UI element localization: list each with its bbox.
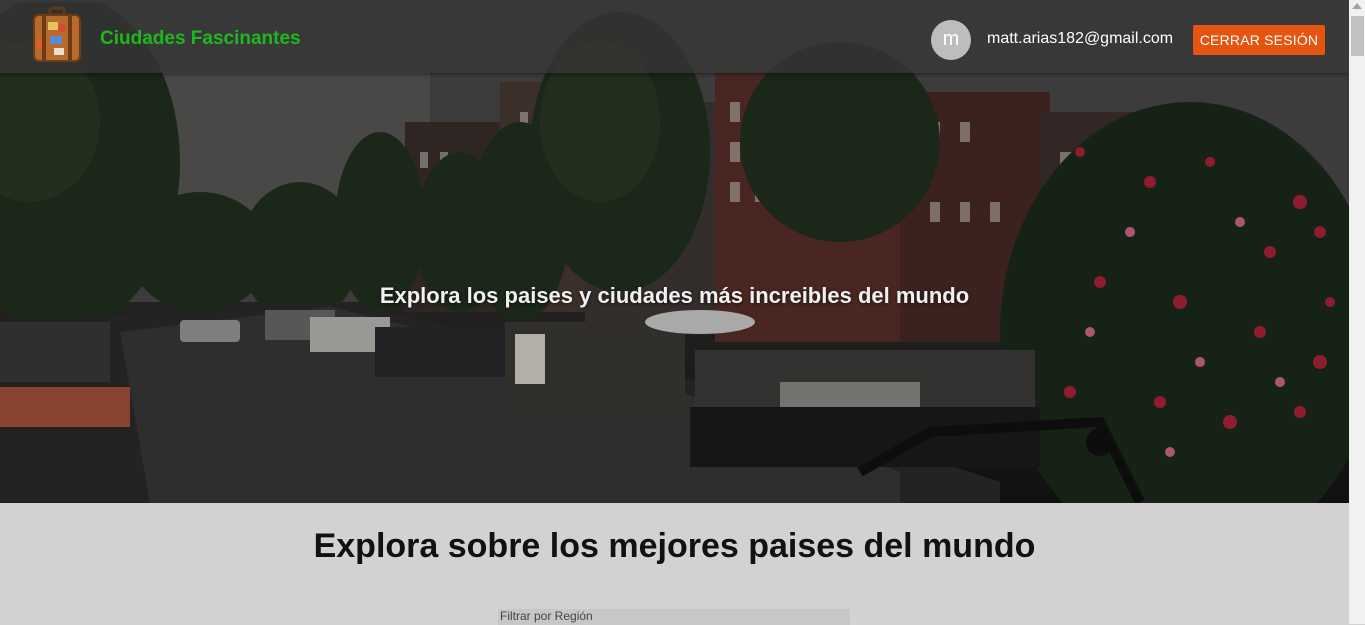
brand-title[interactable]: Ciudades Fascinantes xyxy=(100,28,301,50)
top-navbar: Ciudades Fascinantes m matt.arias182@gma… xyxy=(0,2,1349,73)
hero-dark-overlay xyxy=(0,2,1349,503)
user-email: matt.arias182@gmail.com xyxy=(987,30,1174,47)
region-filter-label: Filtrar por Región xyxy=(500,609,593,623)
scroll-up-arrow-icon[interactable] xyxy=(1352,3,1362,9)
hero-banner: Explora los paises y ciudades más increi… xyxy=(0,2,1349,503)
scrollbar-thumb[interactable] xyxy=(1351,16,1364,56)
suitcase-icon[interactable] xyxy=(28,6,86,64)
hero-title: Explora los paises y ciudades más increi… xyxy=(379,283,970,308)
logout-button[interactable]: CERRAR SESIÓN xyxy=(1193,25,1325,55)
page-scrollbar[interactable] xyxy=(1349,0,1365,624)
section-title: Explora sobre los mejores paises del mun… xyxy=(313,527,1036,565)
avatar[interactable]: m xyxy=(931,20,971,60)
